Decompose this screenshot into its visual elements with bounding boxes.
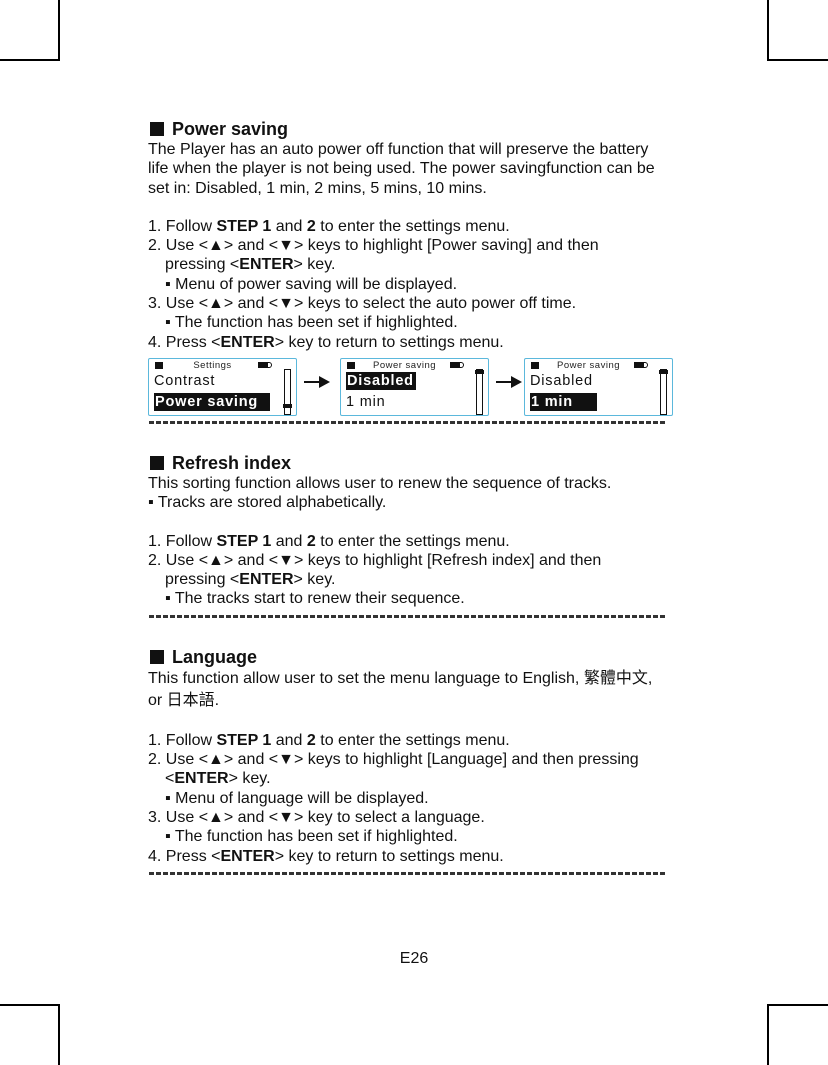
step-1: 1. Follow STEP 1 and 2 to enter the sett… — [148, 532, 510, 550]
section-title: Language — [148, 646, 678, 668]
step-2-cont: <ENTER> key. — [165, 770, 271, 788]
step-2-note: ▪ Menu of language will be displayed. — [165, 789, 429, 807]
step-2-cont: pressing <ENTER> key. — [165, 256, 336, 274]
scrollbar-thumb — [283, 403, 292, 408]
scrollbar — [475, 368, 484, 415]
menu-item-highlighted: 1 min — [530, 392, 597, 411]
intro-line: set in: Disabled, 1 min, 2 mins, 5 mins,… — [148, 179, 487, 197]
battery-icon — [634, 361, 648, 368]
section-power-saving: Power saving The Player has an auto powe… — [148, 118, 678, 424]
step-2-note: ▪ Menu of power saving will be displayed… — [165, 275, 458, 293]
crop-mark — [767, 1004, 828, 1006]
scrollbar — [283, 368, 292, 415]
battery-icon — [258, 361, 272, 368]
section-refresh-index: Refresh index This sorting function allo… — [148, 452, 678, 618]
crop-mark — [58, 0, 60, 61]
menu-item-highlighted: Power saving — [154, 392, 271, 411]
intro-line: This sorting function allows user to ren… — [148, 474, 612, 492]
intro-line: life when the player is not being used. … — [148, 160, 655, 178]
intro-line: The Player has an auto power off functio… — [148, 141, 649, 158]
crop-mark — [0, 59, 60, 61]
intro-line: This function allow user to set the menu… — [148, 669, 653, 687]
square-bullet-icon — [150, 455, 164, 470]
screen-header: Power saving — [556, 359, 621, 371]
square-bullet-icon — [150, 122, 164, 136]
crop-mark — [767, 59, 828, 61]
crop-mark — [767, 0, 769, 61]
arrow-right-icon — [496, 375, 522, 388]
step-3-note: ▪ The function has been set if highlight… — [165, 314, 458, 332]
step-3-note: ▪ The function has been set if highlight… — [165, 828, 458, 846]
page-content: Power saving The Player has an auto powe… — [148, 118, 678, 875]
step-1: 1. Follow STEP 1 and 2 to enter the sett… — [148, 217, 510, 235]
dashed-divider — [149, 871, 666, 875]
battery-icon — [450, 361, 464, 368]
intro-line: or 日本語. — [148, 691, 220, 709]
menu-item: Contrast — [154, 372, 216, 389]
step-2: 2. Use <▲> and <▼> keys to highlight [Re… — [148, 551, 602, 569]
step-3: 3. Use <▲> and <▼> keys to select the au… — [148, 295, 577, 313]
arrow-right-icon — [304, 375, 330, 388]
device-screen-power-saving: Power saving Disabled 1 min — [340, 357, 489, 416]
crop-mark — [0, 1004, 60, 1006]
section-language: Language This function allow user to set… — [148, 646, 678, 875]
crop-mark — [767, 1004, 769, 1065]
device-screen-settings: Settings Contrast Power saving — [148, 357, 297, 416]
step-1: 1. Follow STEP 1 and 2 to enter the sett… — [148, 731, 510, 749]
step-4: 4. Press <ENTER> key to return to settin… — [148, 333, 504, 351]
crop-mark — [58, 1004, 60, 1065]
screen-sequence: Settings Contrast Power saving Power sav… — [148, 357, 678, 430]
square-bullet-icon — [150, 649, 164, 664]
device-screen-power-saving-selected: Power saving Disabled 1 min — [524, 357, 673, 416]
menu-item: Disabled — [530, 372, 593, 389]
scrollbar-thumb — [475, 369, 484, 374]
step-2-note: ▪ The tracks start to renew their sequen… — [165, 590, 465, 608]
step-2: 2. Use <▲> and <▼> keys to highlight [La… — [148, 751, 639, 769]
step-2-cont: pressing <ENTER> key. — [165, 571, 336, 589]
intro-note: ▪ Tracks are stored alphabetically. — [148, 494, 387, 512]
section-title: Refresh index — [148, 452, 678, 474]
scrollbar — [659, 368, 668, 415]
menu-item-highlighted: Disabled — [346, 371, 416, 390]
screen-header: Power saving — [372, 359, 437, 371]
step-4: 4. Press <ENTER> key to return to settin… — [148, 847, 504, 865]
step-3: 3. Use <▲> and <▼> key to select a langu… — [148, 808, 485, 826]
scrollbar-thumb — [659, 369, 668, 374]
step-2: 2. Use <▲> and <▼> keys to highlight [Po… — [148, 237, 599, 255]
screen-header: Settings — [193, 359, 232, 371]
page-number: E26 — [399, 950, 429, 967]
menu-item: 1 min — [346, 393, 386, 410]
section-title: Power saving — [148, 118, 678, 140]
